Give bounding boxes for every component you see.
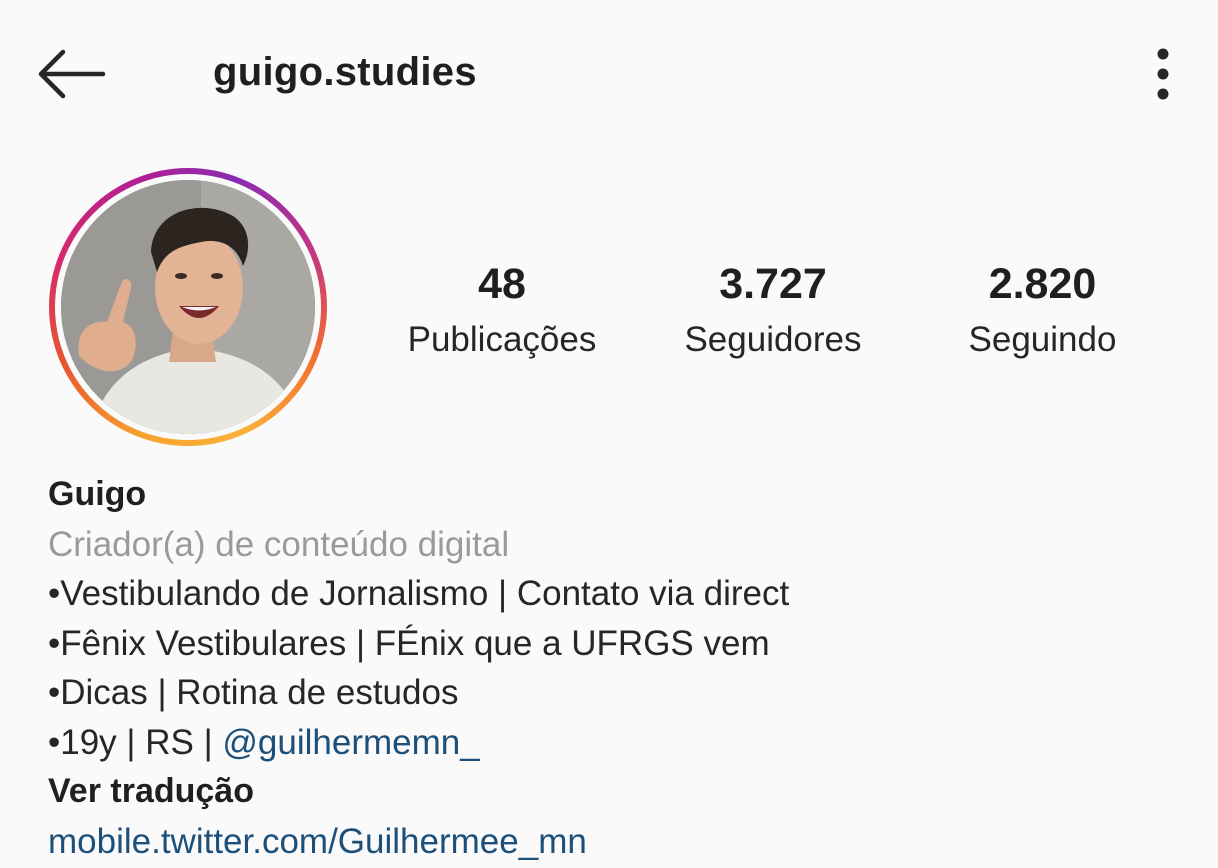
followers-count: 3.727 (719, 260, 827, 308)
back-button[interactable] (28, 38, 112, 110)
bio-line: •Fênix Vestibulares | FÉnix que a UFRGS … (48, 623, 770, 663)
posts-count: 48 (478, 260, 526, 308)
stat-following[interactable]: 2.820 Seguindo (940, 258, 1145, 364)
posts-label: Publicações (407, 320, 597, 359)
bio-line: •Vestibulando de Jornalismo | Contato vi… (48, 574, 790, 613)
followers-label: Seguidores (684, 320, 862, 359)
display-name: Guigo (48, 475, 147, 513)
avatar-photo (61, 180, 315, 434)
arrow-left-icon (38, 49, 106, 99)
profile-avatar[interactable] (49, 168, 327, 446)
profile-bio: Guigo Criador(a) de conteúdo digital •Ve… (48, 470, 1198, 866)
bio-line: •Dicas | Rotina de estudos (48, 673, 459, 712)
see-translation-button[interactable]: Ver tradução (48, 767, 1198, 817)
stat-posts[interactable]: 48 Publicações (392, 258, 612, 364)
bio-line: •19y | RS | @guilhermemn_ (48, 718, 1198, 768)
account-category: Criador(a) de conteúdo digital (48, 524, 510, 564)
following-count: 2.820 (988, 260, 1097, 308)
more-options-button[interactable] (1140, 44, 1186, 104)
top-bar: guigo.studies (0, 0, 1218, 150)
stat-followers[interactable]: 3.727 Seguidores (668, 258, 878, 364)
following-label: Seguindo (968, 320, 1117, 359)
more-vertical-icon (1157, 48, 1169, 100)
profile-username: guigo.studies (213, 50, 477, 94)
mention-link[interactable]: @guilhermemn_ (222, 723, 479, 762)
profile-photo-illustration (61, 180, 315, 434)
bio-line-prefix: •19y | RS | (48, 722, 223, 762)
website-link[interactable]: mobile.twitter.com/Guilhermee_mn (48, 817, 1198, 867)
